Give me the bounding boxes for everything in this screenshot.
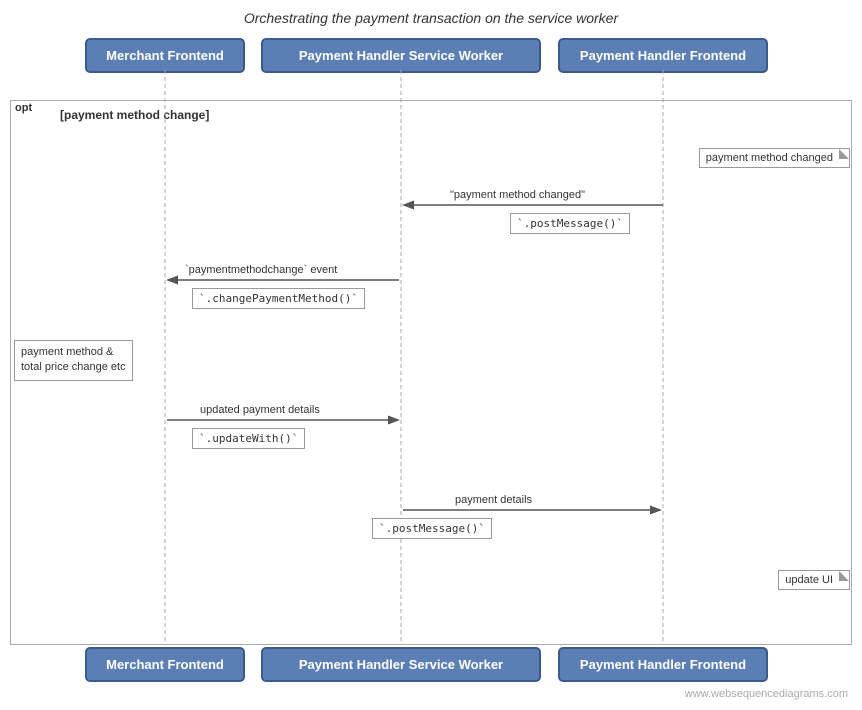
method-post-message-1: `.postMessage()` (510, 213, 630, 234)
opt-box (10, 100, 852, 645)
note-payment-method-total: payment method & total price change etc (14, 340, 133, 381)
header-sw: Payment Handler Service Worker (261, 38, 541, 73)
opt-label: opt (10, 100, 36, 115)
method-update-with: `.updateWith()` (192, 428, 305, 449)
diagram-container: Orchestrating the payment transaction on… (0, 0, 862, 710)
note-payment-method-changed: payment method changed (699, 148, 850, 168)
footer-sw: Payment Handler Service Worker (261, 647, 541, 682)
diagram-title: Orchestrating the payment transaction on… (0, 0, 862, 26)
method-post-message-2: `.postMessage()` (372, 518, 492, 539)
watermark: www.websequencediagrams.com (685, 688, 848, 700)
opt-condition: [payment method change] (60, 108, 209, 122)
header-frontend: Payment Handler Frontend (558, 38, 768, 73)
footer-merchant: Merchant Frontend (85, 647, 245, 682)
header-merchant: Merchant Frontend (85, 38, 245, 73)
method-change-payment: `.changePaymentMethod()` (192, 288, 365, 309)
footer-frontend: Payment Handler Frontend (558, 647, 768, 682)
note-update-ui: update UI (778, 570, 850, 590)
